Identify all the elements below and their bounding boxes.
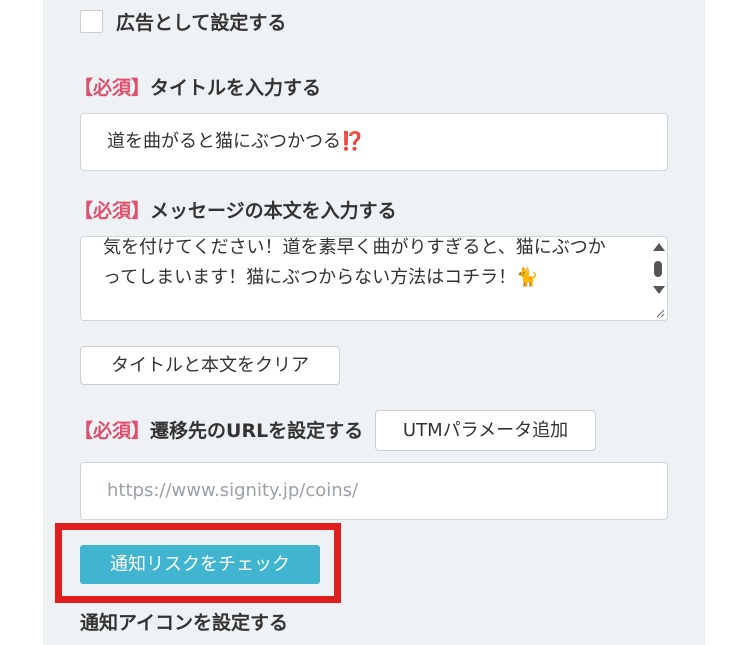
message-field-label: 【必須】メッセージの本文を入力する xyxy=(74,198,397,224)
notification-icon-section-label: 通知アイコンを設定する xyxy=(80,612,289,634)
message-label-text: メッセージの本文を入力する xyxy=(150,200,397,222)
required-tag: 【必須】 xyxy=(74,200,151,222)
add-utm-parameters-button[interactable]: UTMパラメータ追加 xyxy=(375,410,596,451)
textarea-scrollbar[interactable] xyxy=(651,239,665,319)
title-input[interactable]: 道を曲がると猫にぶつかつる⁉️ xyxy=(80,113,668,171)
url-field-label: 【必須】遷移先のURLを設定する xyxy=(74,418,364,444)
required-tag: 【必須】 xyxy=(74,77,151,99)
scroll-up-icon[interactable] xyxy=(653,243,665,251)
ad-checkbox[interactable] xyxy=(80,10,103,33)
required-tag: 【必須】 xyxy=(74,420,151,442)
title-field-label: 【必須】タイトルを入力する xyxy=(74,75,322,101)
url-label-text: 遷移先のURLを設定する xyxy=(150,420,364,442)
check-notification-risk-button[interactable]: 通知リスクをチェック xyxy=(80,545,320,584)
clear-title-body-button[interactable]: タイトルと本文をクリア xyxy=(80,346,340,385)
message-textarea[interactable]: 気を付けてください！道を素早く曲がりすぎると、猫にぶつかってしまいます！猫にぶつ… xyxy=(80,236,668,321)
scroll-thumb[interactable] xyxy=(654,261,662,277)
scroll-down-icon[interactable] xyxy=(653,286,665,294)
resize-grip-icon[interactable] xyxy=(655,308,665,318)
url-input[interactable]: https://www.signity.jp/coins/ xyxy=(80,462,668,520)
title-label-text: タイトルを入力する xyxy=(150,77,322,99)
message-text: 気を付けてください！道を素早く曲がりすぎると、猫にぶつかってしまいます！猫にぶつ… xyxy=(103,237,606,288)
ad-checkbox-label: 広告として設定する xyxy=(116,12,287,34)
